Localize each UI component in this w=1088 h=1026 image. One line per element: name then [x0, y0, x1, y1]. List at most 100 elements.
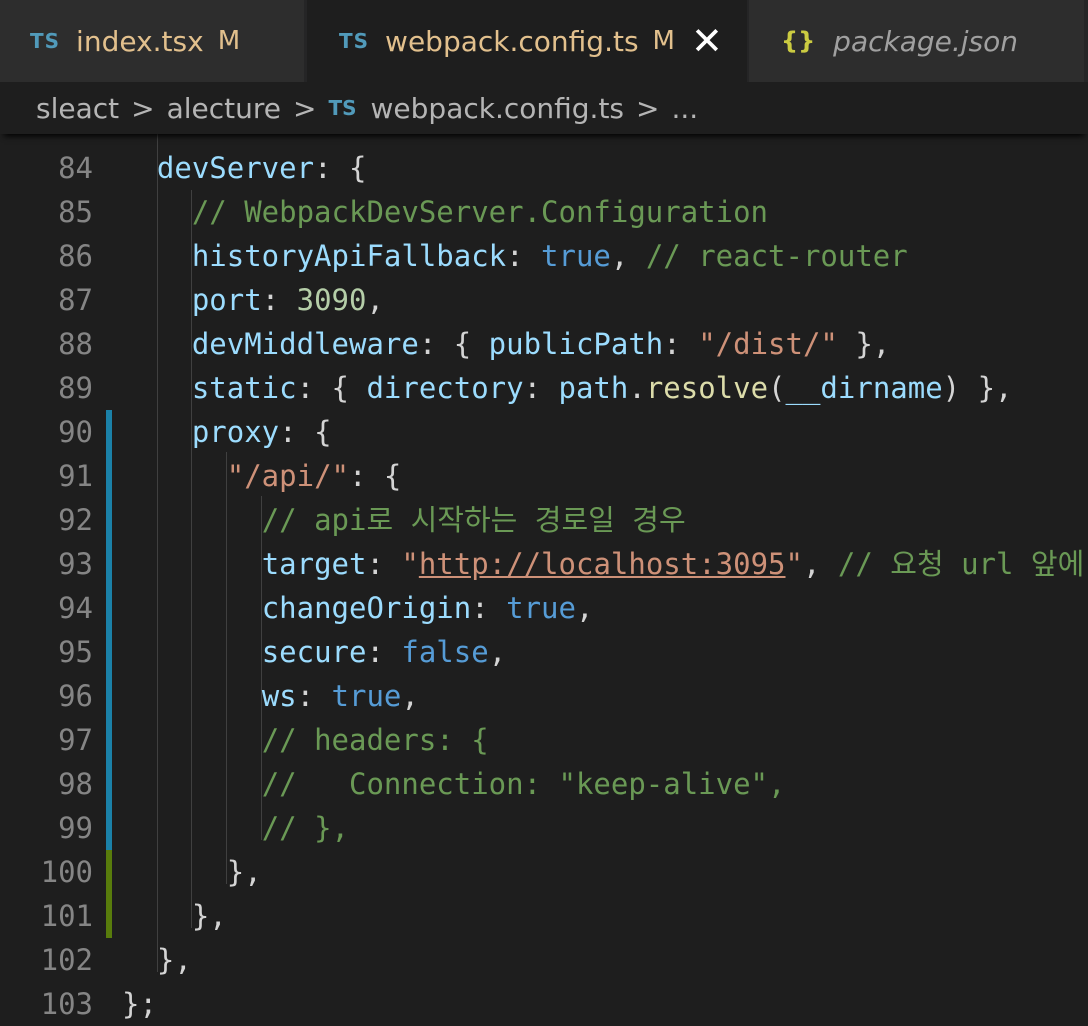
- code-text: ws: true,: [122, 674, 419, 718]
- code-line[interactable]: 101 },: [0, 894, 1088, 938]
- code-token: : {: [314, 151, 367, 185]
- code-line[interactable]: 99 // },: [0, 806, 1088, 850]
- code-text: },: [122, 938, 192, 982]
- gutter-change-marker[interactable]: [106, 762, 112, 806]
- code-text: },: [122, 894, 227, 938]
- code-editor[interactable]: 84 devServer: {85 // WebpackDevServer.Co…: [0, 134, 1088, 1026]
- code-token: true: [331, 679, 402, 713]
- code-line[interactable]: 92 // api로 시작하는 경로일 경우: [0, 498, 1088, 542]
- code-token: ,: [802, 547, 838, 581]
- code-line[interactable]: 94 changeOrigin: true,: [0, 586, 1088, 630]
- line-number: 91: [58, 459, 93, 493]
- breadcrumb-item[interactable]: webpack.config.ts: [371, 92, 625, 125]
- line-number: 95: [58, 635, 93, 669]
- code-line[interactable]: 90 proxy: {: [0, 410, 1088, 454]
- code-token: ) },: [942, 371, 1013, 405]
- code-token: },: [122, 943, 192, 977]
- line-number: 99: [58, 811, 93, 845]
- tab-index-tsx[interactable]: TS index.tsx M: [0, 0, 304, 82]
- code-token: "/api/": [226, 459, 349, 493]
- code-token: },: [837, 327, 891, 361]
- tab-webpack-config[interactable]: TS webpack.config.ts M ✕: [307, 0, 747, 82]
- code-line[interactable]: 93 target: "http://localhost:3095", // 요…: [0, 542, 1088, 586]
- code-text: devMiddleware: { publicPath: "/dist/" },: [122, 322, 890, 366]
- code-line[interactable]: 89 static: { directory: path.resolve(__d…: [0, 366, 1088, 410]
- code-token: :: [261, 283, 297, 317]
- tab-package-json[interactable]: {} package.json: [749, 0, 1084, 82]
- line-number: 90: [58, 415, 93, 449]
- code-line[interactable]: 85 // WebpackDevServer.Configuration: [0, 190, 1088, 234]
- code-text: historyApiFallback: true, // react-route…: [122, 234, 908, 278]
- chevron-right-icon: >: [636, 91, 660, 125]
- code-token: resolve: [645, 371, 769, 405]
- gutter-change-marker[interactable]: [106, 542, 112, 586]
- code-line[interactable]: 88 devMiddleware: { publicPath: "/dist/"…: [0, 322, 1088, 366]
- code-token: secure: [261, 635, 367, 669]
- chevron-right-icon: >: [131, 91, 155, 125]
- gutter-change-marker[interactable]: [106, 806, 112, 850]
- modified-indicator: M: [652, 26, 675, 56]
- gutter-change-marker[interactable]: [106, 630, 112, 674]
- code-token: :: [506, 239, 542, 273]
- code-text: proxy: {: [122, 410, 332, 454]
- tab-label: package.json: [833, 24, 1019, 58]
- editor-tab-bar: TS index.tsx M TS webpack.config.ts M ✕ …: [0, 0, 1088, 82]
- code-token: directory: [366, 371, 524, 405]
- line-number: 88: [58, 327, 93, 361]
- code-token: },: [122, 855, 262, 889]
- code-text: target: "http://localhost:3095", // 요청 u…: [122, 542, 1085, 586]
- tab-label: webpack.config.ts: [385, 24, 639, 58]
- code-token: proxy: [191, 415, 280, 449]
- line-number: 102: [40, 943, 93, 977]
- gutter-change-marker[interactable]: [106, 674, 112, 718]
- code-token: :: [523, 371, 559, 405]
- breadcrumb-item[interactable]: ...: [671, 92, 698, 125]
- code-token: // WebpackDevServer.Configuration: [191, 195, 769, 229]
- code-token: };: [122, 987, 157, 1021]
- gutter-change-marker[interactable]: [106, 498, 112, 542]
- code-token: // headers: {: [261, 723, 489, 757]
- code-line[interactable]: 84 devServer: {: [0, 146, 1088, 190]
- breadcrumb-item[interactable]: alecture: [167, 92, 281, 125]
- code-line[interactable]: 96 ws: true,: [0, 674, 1088, 718]
- line-number: 98: [58, 767, 93, 801]
- gutter-change-marker[interactable]: [106, 454, 112, 498]
- code-line[interactable]: 87 port: 3090,: [0, 278, 1088, 322]
- code-token: ,: [610, 239, 646, 273]
- code-line[interactable]: 86 historyApiFallback: true, // react-ro…: [0, 234, 1088, 278]
- code-token: // },: [261, 811, 349, 845]
- code-line[interactable]: 95 secure: false,: [0, 630, 1088, 674]
- typescript-file-icon: TS: [328, 96, 357, 120]
- code-token: path: [558, 371, 629, 405]
- code-text: static: { directory: path.resolve(__dirn…: [122, 366, 1013, 410]
- breadcrumb-item[interactable]: sleact: [36, 92, 119, 125]
- code-token: changeOrigin: [261, 591, 472, 625]
- close-icon[interactable]: ✕: [691, 22, 723, 60]
- gutter-change-marker[interactable]: [106, 586, 112, 630]
- code-line[interactable]: 103};: [0, 982, 1088, 1026]
- code-token: : {: [279, 415, 332, 449]
- gutter-change-marker[interactable]: [106, 894, 112, 938]
- code-line[interactable]: 91 "/api/": {: [0, 454, 1088, 498]
- gutter-change-marker[interactable]: [106, 718, 112, 762]
- code-token: : {: [418, 327, 489, 361]
- line-number: 93: [58, 547, 93, 581]
- code-line[interactable]: 102 },: [0, 938, 1088, 982]
- line-number: 86: [58, 239, 93, 273]
- gutter-change-marker[interactable]: [106, 850, 112, 894]
- code-token: : {: [348, 459, 402, 493]
- code-token: // react-router: [645, 239, 908, 273]
- code-line[interactable]: 98 // Connection: "keep-alive",: [0, 762, 1088, 806]
- chevron-right-icon: >: [293, 91, 317, 125]
- gutter-change-marker[interactable]: [106, 410, 112, 454]
- code-line[interactable]: 100 },: [0, 850, 1088, 894]
- code-token: 3090: [296, 283, 367, 317]
- code-text: };: [122, 982, 157, 1026]
- code-line[interactable]: 97 // headers: {: [0, 718, 1088, 762]
